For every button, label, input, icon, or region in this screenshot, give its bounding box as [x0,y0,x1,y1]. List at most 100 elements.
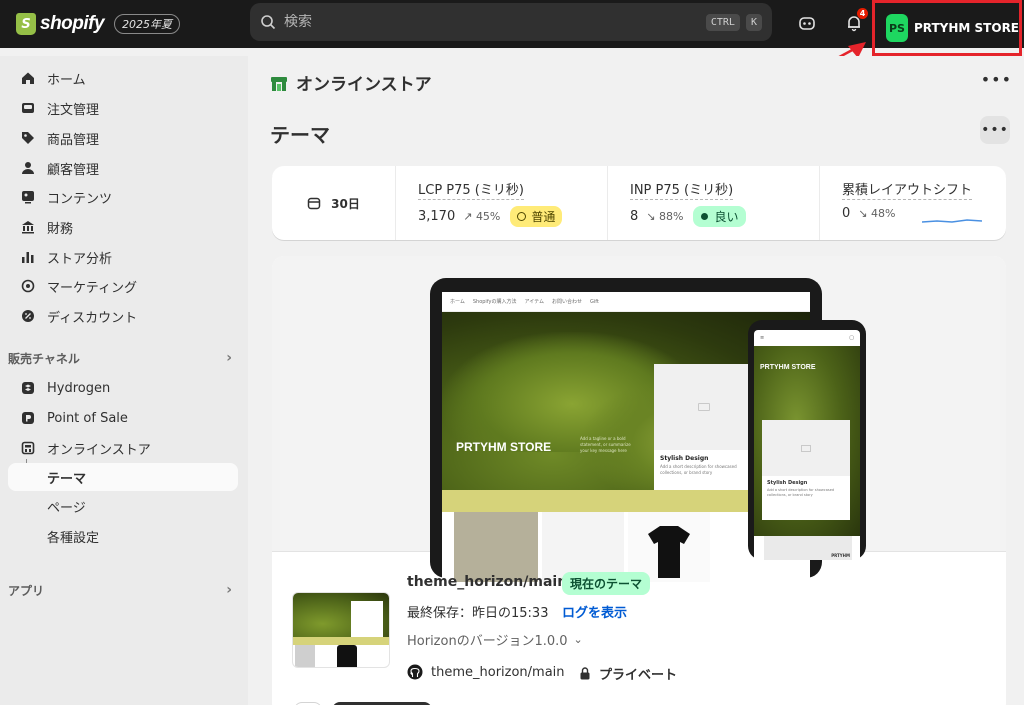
theme-version-dropdown[interactable]: Horizonのバージョン1.0.0 ⌄ [407,630,583,649]
sidebar-item-label: 各種設定 [47,530,100,546]
more-actions-icon[interactable]: ••• [981,70,1012,89]
edition-badge[interactable]: 2025年夏 [114,14,181,34]
github-icon [407,664,423,680]
person-icon [20,160,36,176]
thumb-product [295,645,315,667]
metric-label: LCP P75 (ミリ秒) [418,179,524,200]
visibility-label: プライベート [599,668,678,683]
hydrogen-icon [20,380,36,396]
breadcrumb[interactable]: オンラインストア [270,70,432,95]
sidebar-item-preferences[interactable]: 各種設定 [8,522,238,550]
theme-thumbnail[interactable] [292,592,390,668]
sidebar-item-finance[interactable]: 財務 [8,213,238,241]
phone-hero: PRTYHM STORE Stylish Design Add a short … [754,346,860,536]
bank-icon [20,219,36,235]
preview-nav-item: Shopifyの購入方法 [472,299,517,305]
thumb-card [351,601,383,637]
sidebar-item-label: 顧客管理 [47,162,100,178]
store-menu-button[interactable]: PS PRTYHM STORE [872,0,1022,56]
online-store-icon [271,76,287,91]
phone-hero-title: PRTYHM STORE [760,364,816,371]
sidebar-item-label: ディスカウント [47,310,138,326]
sidebar-item-label: マーケティング [47,280,137,296]
sidebar-item-label: テーマ [47,471,87,487]
last-saved: 最終保存：昨日の15:33 [407,606,549,621]
lock-icon [580,667,590,680]
theme-name: theme_horizon/main [407,574,568,590]
image-placeholder [654,364,754,450]
metric-inp[interactable]: INP P75 (ミリ秒) 8 ↘ 88% 良い [608,166,820,240]
phone-product: PRTYHM [764,536,852,560]
more-horizontal-icon: ••• [981,122,1009,138]
status-dot-icon [701,213,709,220]
visibility: プライベート [579,664,677,683]
period-label: 30日 [331,196,360,211]
page-title: テーマ [270,123,330,147]
status-badge-label: 良い [714,210,739,224]
web-performance-metrics: 30日 LCP P75 (ミリ秒) 3,170 ↗ 45% 普通 INP P75… [272,166,1006,240]
phone-preview: ≡ ▢ PRTYHM STORE Stylish Design Add a sho… [748,320,866,560]
metric-cls[interactable]: 累積レイアウトシフト 0 ↘ 48% [820,166,1006,240]
phone-nav: ≡ ▢ [754,330,860,346]
sidebar-item-marketing[interactable]: マーケティング [8,272,238,300]
caution-icon [517,212,527,221]
chevron-right-icon: › [226,582,232,598]
view-log-link[interactable]: ログを表示 [562,602,627,621]
sidebar-item-online-store[interactable]: オンラインストア [8,434,238,462]
preview-hero-title: PRTYHM STORE [456,440,552,454]
sidebar-item-pages[interactable]: ページ [8,492,238,520]
sidebar-section-apps[interactable]: アプリ › [8,578,238,602]
metric-value: 3,170 [418,209,456,224]
search-input[interactable] [284,14,700,30]
sidebar-item-hydrogen[interactable]: Hydrogen [8,374,238,402]
phone-card-title: Stylish Design [767,480,808,486]
sidebar-item-orders[interactable]: 注文管理 [8,94,238,122]
thumb-tshirt [337,645,357,667]
bar-chart-icon [20,249,36,265]
preview-nav-item: アイテム [524,299,544,305]
sparkline-icon [922,219,982,223]
status-badge-label: 普通 [531,210,556,224]
sidebar-item-pos[interactable]: Point of Sale [8,404,238,432]
metric-lcp[interactable]: LCP P75 (ミリ秒) 3,170 ↗ 45% 普通 [396,166,608,240]
page-more-button[interactable]: ••• [980,116,1010,144]
assistant-icon[interactable] [796,12,818,34]
sidebar-item-analytics[interactable]: ストア分析 [8,243,238,271]
bell-icon[interactable]: 4 [843,8,868,34]
sidebar-item-products[interactable]: 商品管理 [8,124,238,152]
chevron-down-icon: ⌄ [573,633,583,646]
trend-down-icon: ↘ [858,207,871,220]
shopify-logo[interactable]: S shopify 2025年夏 [16,13,181,35]
period-selector[interactable]: 30日 [272,166,396,240]
shortcut-k: K [745,13,762,31]
shopify-bag-icon: S [16,13,36,35]
sidebar: ホーム 注文管理 商品管理 顧客管理 コンテンツ 財務 ストア分析 マーケティン… [0,56,248,705]
chevron-right-icon: › [226,350,232,366]
sidebar-item-content[interactable]: コンテンツ [8,183,238,211]
tag-icon [20,130,36,146]
metric-delta-value: 88% [659,210,684,223]
metric-delta-value: 48% [871,207,896,220]
preview-nav-item: Gift [590,298,599,305]
sidebar-item-label: 商品管理 [47,132,100,148]
sidebar-item-label: ページ [47,500,86,516]
notification-count: 4 [857,8,868,19]
image-placeholder-icon [801,444,811,452]
sidebar-item-home[interactable]: ホーム [8,64,238,92]
theme-version: Horizonのバージョン1.0.0 [407,634,568,649]
preview-card-text: Add a short description for showcased co… [660,464,737,475]
search-bar[interactable]: CTRL K [250,3,772,41]
phone-card-text: Add a short description for showcased co… [767,488,835,497]
github-repo[interactable]: theme_horizon/main [407,664,565,680]
sidebar-section-sales-channels[interactable]: 販売チャネル › [8,346,238,370]
metric-delta: ↗ 45% [463,210,500,223]
phone-feature-card: Stylish Design Add a short description f… [762,420,850,520]
metric-delta: ↘ 48% [858,207,895,220]
sidebar-item-label: コンテンツ [47,191,113,207]
sidebar-item-customers[interactable]: 顧客管理 [8,154,238,182]
preview-card-title: Stylish Design [660,455,709,462]
sidebar-item-themes[interactable]: テーマ [8,463,238,491]
theme-preview[interactable]: ホーム Shopifyの購入方法 アイテム お問い合わせ Gift PRTYHM… [272,256,1006,582]
sidebar-item-discounts[interactable]: ディスカウント [8,302,238,330]
preview-nav-item: ホーム [450,299,465,305]
